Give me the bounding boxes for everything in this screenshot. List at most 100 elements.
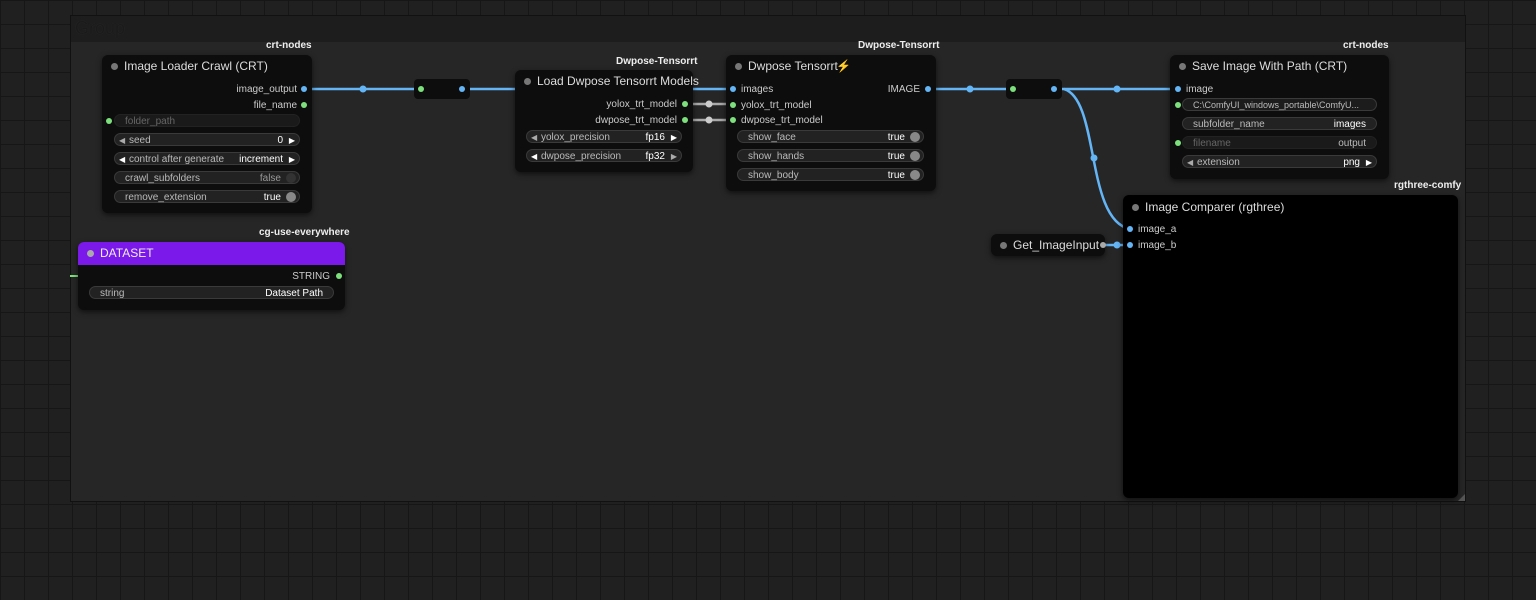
seed-widget[interactable]: ◀ seed 0 ▶ [114, 133, 300, 146]
collapse-dot-icon[interactable] [1179, 63, 1186, 70]
output-slot[interactable] [301, 86, 307, 92]
collapse-dot-icon[interactable] [524, 78, 531, 85]
node-title-bar[interactable]: Save Image With Path (CRT) [1170, 55, 1389, 77]
arrow-right-icon[interactable]: ▶ [289, 153, 295, 166]
node-title: Image Loader Crawl (CRT) [124, 59, 268, 73]
widget-label: remove_extension [125, 192, 207, 203]
extension-combo[interactable]: ◀ extension png ▶ [1182, 155, 1377, 168]
arrow-left-icon[interactable]: ◀ [1187, 156, 1193, 169]
load-dwpose-models-node[interactable]: Load Dwpose Tensorrt Models yolox_trt_mo… [515, 70, 699, 172]
reroute-node[interactable] [1006, 79, 1062, 99]
output-slot[interactable] [1051, 86, 1057, 92]
output-label: dwpose_trt_model [595, 115, 677, 126]
arrow-right-icon[interactable]: ▶ [1366, 156, 1372, 169]
toggle-knob-icon [910, 151, 920, 161]
input-slot[interactable] [1175, 86, 1181, 92]
output-label: STRING [292, 271, 330, 282]
node-title: Get_ImageInput [1013, 238, 1100, 252]
input-slot[interactable] [1175, 102, 1181, 108]
collapse-dot-icon[interactable] [735, 63, 742, 70]
image-comparer-node[interactable]: Image Comparer (rgthree) image_a image_b [1123, 195, 1458, 498]
show-hands-toggle[interactable]: show_hands true [737, 149, 924, 162]
widget-value: fp32 [645, 151, 665, 162]
crawl-subfolders-toggle[interactable]: crawl_subfolders false [114, 171, 300, 184]
collapse-dot-icon[interactable] [1000, 242, 1007, 249]
wire-midpoint [1113, 85, 1121, 93]
arrow-left-icon[interactable]: ◀ [531, 150, 537, 163]
widget-value: true [263, 192, 281, 203]
widget-label: show_face [748, 132, 796, 143]
node-badge: Dwpose-Tensorrt [616, 56, 698, 67]
node-title-bar[interactable]: Load Dwpose Tensorrt Models [515, 70, 699, 92]
arrow-right-icon[interactable]: ▶ [671, 150, 677, 163]
node-badge: crt-nodes [1343, 40, 1389, 51]
dataset-node[interactable]: DATASET STRING string Dataset Path [78, 242, 345, 310]
widget-label: show_hands [748, 151, 805, 162]
reroute-node[interactable] [414, 79, 470, 99]
arrow-right-icon[interactable]: ▶ [289, 134, 295, 147]
node-title: DATASET [100, 246, 154, 260]
control-after-generate-widget[interactable]: ◀ control after generate increment ▶ [114, 152, 300, 165]
folder-path-field[interactable]: folder_path [114, 114, 300, 127]
string-widget[interactable]: string Dataset Path [89, 286, 334, 299]
output-slot[interactable] [301, 102, 307, 108]
toggle-knob-icon [286, 192, 296, 202]
input-label: image [1186, 84, 1214, 95]
input-slot[interactable] [1127, 242, 1133, 248]
widget-label: crawl_subfolders [125, 173, 201, 184]
arrow-right-icon[interactable]: ▶ [671, 131, 677, 144]
output-slot[interactable] [925, 86, 931, 92]
input-label: yolox_trt_model [741, 100, 812, 111]
input-slot[interactable] [1127, 226, 1133, 232]
widget-value: fp16 [645, 132, 665, 143]
widget-label: folder_path [125, 116, 176, 127]
node-title: Dwpose Tensorrt [748, 59, 838, 73]
output-path-field[interactable]: C:\ComfyUI_windows_portable\ComfyU... [1182, 98, 1377, 111]
widget-value: images [1333, 119, 1366, 130]
arrow-left-icon[interactable]: ◀ [531, 131, 537, 144]
show-body-toggle[interactable]: show_body true [737, 168, 924, 181]
toggle-knob-icon [910, 170, 920, 180]
dwpose-tensorrt-node[interactable]: Dwpose Tensorrt ⚡ images yolox_trt_model… [726, 55, 936, 191]
remove-extension-toggle[interactable]: remove_extension true [114, 190, 300, 203]
input-slot[interactable] [418, 86, 424, 92]
output-slot[interactable] [336, 273, 342, 279]
collapse-dot-icon[interactable] [111, 63, 118, 70]
arrow-left-icon[interactable]: ◀ [119, 134, 125, 147]
widget-label: filename [1193, 138, 1231, 149]
save-image-node[interactable]: Save Image With Path (CRT) image C:\Comf… [1170, 55, 1389, 179]
input-slot[interactable] [1175, 140, 1181, 146]
image-loader-node[interactable]: Image Loader Crawl (CRT) image_output fi… [102, 55, 312, 213]
widget-value: false [259, 173, 281, 184]
filename-widget[interactable]: filename output [1182, 136, 1377, 149]
collapse-dot-icon[interactable] [87, 250, 94, 257]
node-badge: rgthree-comfy [1394, 180, 1462, 191]
input-label: images [741, 84, 774, 95]
wire-midpoint [359, 85, 367, 93]
input-slot[interactable] [730, 102, 736, 108]
input-slot[interactable] [106, 118, 112, 124]
output-slot[interactable] [459, 86, 465, 92]
arrow-left-icon[interactable]: ◀ [119, 153, 125, 166]
node-title-bar[interactable]: Get_ImageInput [991, 234, 1105, 256]
collapse-dot-icon[interactable] [1132, 204, 1139, 211]
get-image-input-node[interactable]: Get_ImageInput [991, 234, 1106, 256]
output-slot[interactable] [682, 117, 688, 123]
input-slot[interactable] [1010, 86, 1016, 92]
wire-midpoint [705, 116, 713, 124]
toggle-knob-icon [286, 173, 296, 183]
dwpose-precision-combo[interactable]: ◀ dwpose_precision fp32 ▶ [526, 149, 682, 162]
wire-midpoint [1090, 154, 1098, 162]
input-slot[interactable] [730, 117, 736, 123]
input-slot[interactable] [730, 86, 736, 92]
yolox-precision-combo[interactable]: ◀ yolox_precision fp16 ▶ [526, 130, 682, 143]
node-title-bar[interactable]: Image Comparer (rgthree) [1123, 196, 1458, 218]
show-face-toggle[interactable]: show_face true [737, 130, 924, 143]
node-title-bar[interactable]: Image Loader Crawl (CRT) [102, 55, 312, 77]
node-title-bar[interactable]: Dwpose Tensorrt ⚡ [726, 55, 936, 77]
widget-label: string [100, 288, 125, 299]
output-slot[interactable] [1100, 242, 1106, 248]
output-slot[interactable] [682, 101, 688, 107]
node-title-bar[interactable]: DATASET [78, 242, 345, 265]
subfolder-name-widget[interactable]: subfolder_name images [1182, 117, 1377, 130]
